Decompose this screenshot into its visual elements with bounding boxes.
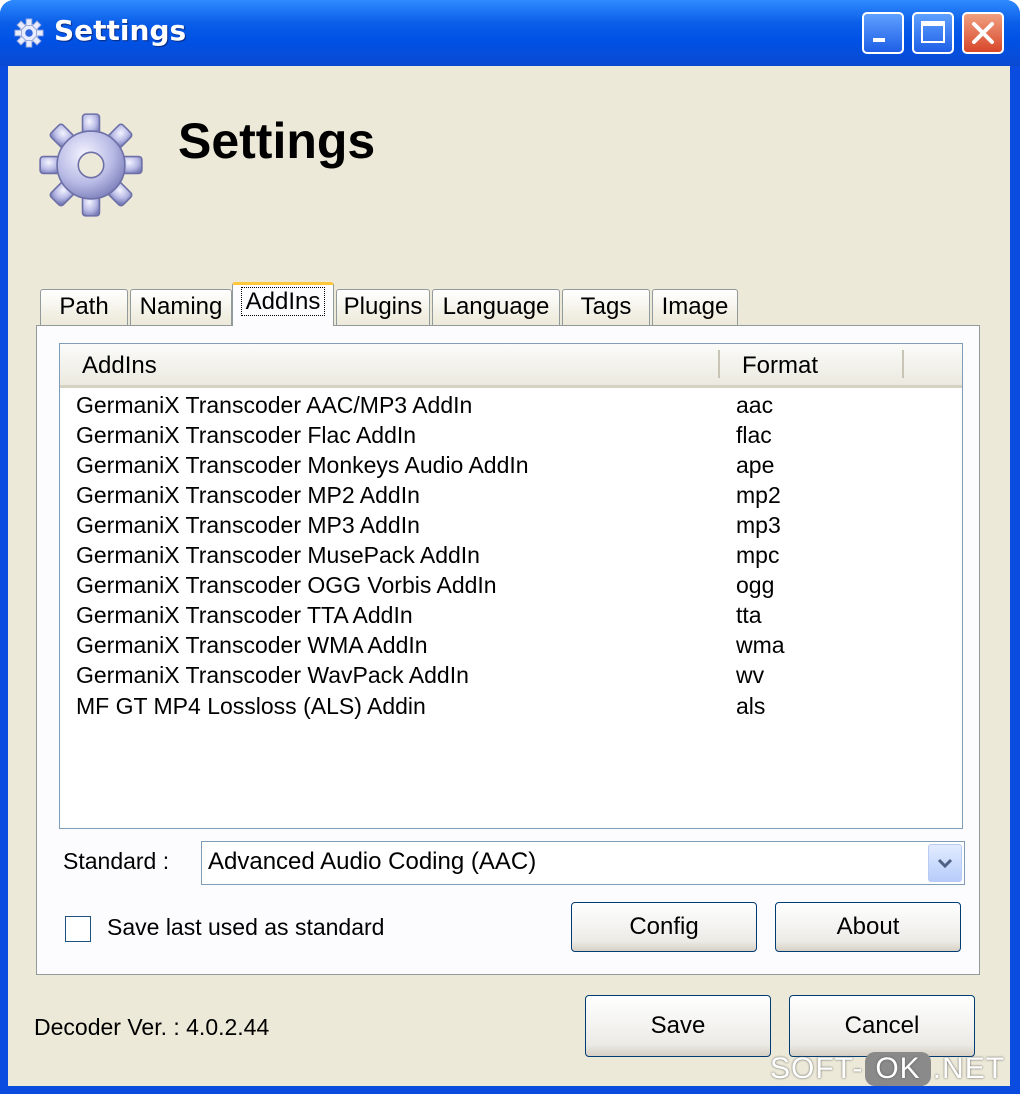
tab-label: Image <box>661 293 729 320</box>
title-bar[interactable]: Settings <box>0 0 1020 66</box>
decoder-version: Decoder Ver. : 4.0.2.44 <box>34 1014 270 1040</box>
addin-format: tta <box>736 602 762 628</box>
maximize-icon <box>921 21 945 43</box>
addin-name: GermaniX Transcoder MP2 AddIn <box>76 482 420 508</box>
close-icon <box>972 22 994 44</box>
standard-label: Standard : <box>63 848 170 874</box>
list-item[interactable]: GermaniX Transcoder MusePack AddIn mpc <box>60 542 962 572</box>
tab-label: Path <box>59 293 109 320</box>
close-button[interactable] <box>962 12 1004 54</box>
save-last-checkbox[interactable] <box>65 916 91 942</box>
minimize-button[interactable] <box>862 12 904 54</box>
addin-format: mp2 <box>736 482 781 508</box>
dialog-client-area: Settings Path Naming AddIns Plugins Lang… <box>8 66 1010 1086</box>
gear-icon <box>38 112 144 218</box>
addin-name: GermaniX Transcoder MP3 AddIn <box>76 512 420 538</box>
tab-label: Tags <box>580 293 632 320</box>
tab-label: AddIns <box>240 287 326 316</box>
tab-naming[interactable]: Naming <box>130 289 232 325</box>
addin-name: GermaniX Transcoder TTA AddIn <box>76 602 413 628</box>
list-item[interactable]: GermaniX Transcoder MP3 AddIn mp3 <box>60 512 962 542</box>
list-header: AddIns Format <box>60 344 962 388</box>
addin-format: mp3 <box>736 512 781 538</box>
list-item[interactable]: GermaniX Transcoder WavPack AddIn wv <box>60 662 962 692</box>
addin-format: mpc <box>736 542 780 568</box>
addin-name: GermaniX Transcoder AAC/MP3 AddIn <box>76 392 473 418</box>
addin-format: wv <box>736 662 765 688</box>
addin-name: GermaniX Transcoder OGG Vorbis AddIn <box>76 572 497 598</box>
watermark: SOFT- OK .NET <box>770 1052 1005 1086</box>
addin-name: GermaniX Transcoder WMA AddIn <box>76 632 428 658</box>
minimize-icon <box>873 38 885 42</box>
list-item[interactable]: GermaniX Transcoder TTA AddIn tta <box>60 602 962 632</box>
gear-icon <box>14 18 44 48</box>
list-item[interactable]: GermaniX Transcoder Flac AddIn flac <box>60 422 962 452</box>
watermark-text: OK <box>865 1052 931 1086</box>
watermark-text: SOFT- <box>770 1052 864 1085</box>
column-divider[interactable] <box>902 350 904 378</box>
save-button[interactable]: Save <box>585 995 771 1057</box>
list-item[interactable]: GermaniX Transcoder AAC/MP3 AddIn aac <box>60 392 962 422</box>
list-item[interactable]: GermaniX Transcoder OGG Vorbis AddIn ogg <box>60 572 962 602</box>
addins-list[interactable]: AddIns Format GermaniX Transcoder AAC/MP… <box>59 343 963 829</box>
watermark-text: .NET <box>932 1052 1006 1085</box>
tab-label: Plugins <box>343 293 423 320</box>
maximize-button[interactable] <box>912 12 954 54</box>
addin-format: ape <box>736 452 775 478</box>
tab-label: Language <box>442 293 550 320</box>
cancel-button[interactable]: Cancel <box>789 995 975 1057</box>
list-item[interactable]: GermaniX Transcoder Monkeys Audio AddIn a… <box>60 452 962 482</box>
addin-name: GermaniX Transcoder WavPack AddIn <box>76 662 469 688</box>
addin-format: als <box>736 693 766 719</box>
list-item[interactable]: GermaniX Transcoder WMA AddIn wma <box>60 632 962 662</box>
column-divider[interactable] <box>718 350 720 378</box>
settings-window: Settings Settings Path Naming AddIns Plu… <box>0 0 1020 1094</box>
addins-tab-panel: AddIns Format GermaniX Transcoder AAC/MP… <box>36 325 980 975</box>
page-title: Settings <box>178 113 376 169</box>
addin-name: GermaniX Transcoder Flac AddIn <box>76 422 417 448</box>
addin-format: aac <box>736 392 774 418</box>
addin-format: wma <box>736 632 785 658</box>
tab-addins[interactable]: AddIns <box>232 282 334 326</box>
addin-format: flac <box>736 422 772 448</box>
chevron-down-icon <box>937 858 953 869</box>
tab-plugins[interactable]: Plugins <box>336 289 430 325</box>
config-button[interactable]: Config <box>571 902 757 952</box>
window-title: Settings <box>54 14 187 47</box>
addin-name: GermaniX Transcoder Monkeys Audio AddIn <box>76 452 529 478</box>
tab-tags[interactable]: Tags <box>562 289 650 325</box>
standard-selected-value: Advanced Audio Coding (AAC) <box>208 848 537 875</box>
addin-format: ogg <box>736 572 775 598</box>
save-last-label[interactable]: Save last used as standard <box>107 914 384 941</box>
column-header-format[interactable]: Format <box>742 352 818 380</box>
column-header-addins[interactable]: AddIns <box>82 352 157 380</box>
list-item[interactable]: GermaniX Transcoder MP2 AddIn mp2 <box>60 482 962 512</box>
tab-path[interactable]: Path <box>40 289 128 325</box>
dropdown-button[interactable] <box>928 844 962 882</box>
addin-name: GermaniX Transcoder MusePack AddIn <box>76 542 480 568</box>
standard-dropdown[interactable]: Advanced Audio Coding (AAC) <box>201 841 965 885</box>
addin-name: MF GT MP4 Lossloss (ALS) Addin <box>76 693 426 719</box>
tab-image[interactable]: Image <box>652 289 738 325</box>
about-button[interactable]: About <box>775 902 961 952</box>
tab-language[interactable]: Language <box>432 289 560 325</box>
list-item[interactable]: MF GT MP4 Lossloss (ALS) Addin als <box>60 693 962 723</box>
tab-label: Naming <box>139 293 223 320</box>
